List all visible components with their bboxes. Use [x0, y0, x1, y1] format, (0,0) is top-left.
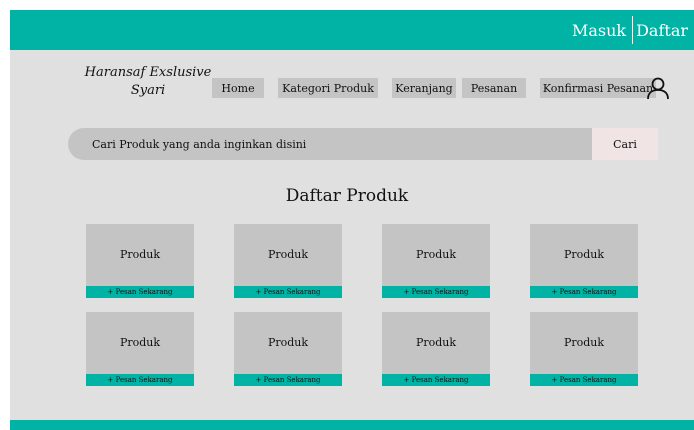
order-now-button[interactable]: + Pesan Sekarang — [86, 374, 194, 386]
order-now-button[interactable]: + Pesan Sekarang — [234, 286, 342, 298]
top-bar: Masuk Daftar — [10, 10, 694, 50]
auth-divider — [632, 16, 634, 44]
nav-pesanan[interactable]: Pesanan — [462, 78, 526, 98]
product-card[interactable]: Produk + Pesan Sekarang — [234, 224, 342, 298]
login-link[interactable]: Masuk — [572, 21, 626, 40]
product-card[interactable]: Produk + Pesan Sekarang — [382, 312, 490, 386]
product-name: Produk — [267, 336, 309, 349]
register-link[interactable]: Daftar — [636, 21, 688, 40]
logo-line-1: Haransaf Exslusive — [84, 65, 212, 80]
nav-home[interactable]: Home — [212, 78, 264, 98]
order-now-button[interactable]: + Pesan Sekarang — [86, 286, 194, 298]
product-name: Produk — [563, 248, 605, 261]
nav-konfirmasi-pesanan[interactable]: Konfirmasi Pesanan — [540, 78, 656, 98]
brand-logo[interactable]: Haransaf Exslusive Syari — [84, 64, 212, 100]
user-icon[interactable] — [646, 76, 670, 100]
product-card[interactable]: Produk + Pesan Sekarang — [234, 312, 342, 386]
search-button[interactable]: Cari — [592, 128, 658, 160]
product-name: Produk — [563, 336, 605, 349]
order-now-button[interactable]: + Pesan Sekarang — [530, 374, 638, 386]
product-name: Produk — [119, 336, 161, 349]
search-input[interactable] — [92, 128, 572, 160]
auth-links: Masuk Daftar — [572, 10, 688, 50]
search-bar — [68, 128, 658, 160]
product-card[interactable]: Produk + Pesan Sekarang — [530, 224, 638, 298]
product-card[interactable]: Produk + Pesan Sekarang — [86, 312, 194, 386]
product-card[interactable]: Produk + Pesan Sekarang — [530, 312, 638, 386]
order-now-button[interactable]: + Pesan Sekarang — [382, 374, 490, 386]
product-name: Produk — [415, 248, 457, 261]
product-name: Produk — [415, 336, 457, 349]
page-canvas: Masuk Daftar Haransaf Exslusive Syari Ho… — [10, 10, 694, 430]
product-name: Produk — [119, 248, 161, 261]
order-now-button[interactable]: + Pesan Sekarang — [530, 286, 638, 298]
product-name: Produk — [267, 248, 309, 261]
product-card[interactable]: Produk + Pesan Sekarang — [86, 224, 194, 298]
nav-kategori-produk[interactable]: Kategori Produk — [278, 78, 378, 98]
order-now-button[interactable]: + Pesan Sekarang — [382, 286, 490, 298]
footer-bar — [10, 420, 694, 430]
product-list-title: Daftar Produk — [285, 186, 409, 206]
logo-line-2: Syari — [130, 83, 166, 98]
nav-keranjang[interactable]: Keranjang — [392, 78, 456, 98]
order-now-button[interactable]: + Pesan Sekarang — [234, 374, 342, 386]
product-card[interactable]: Produk + Pesan Sekarang — [382, 224, 490, 298]
